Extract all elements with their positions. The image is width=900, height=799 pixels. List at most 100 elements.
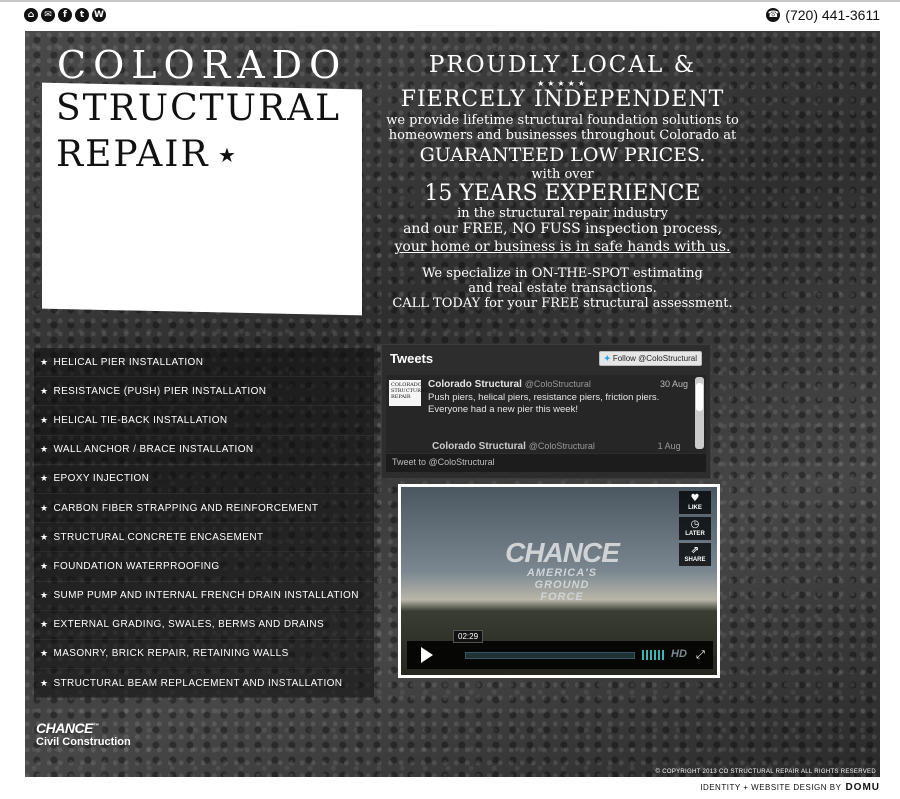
- service-label: SUMP PUMP AND INTERNAL FRENCH DRAIN INST…: [53, 590, 359, 602]
- service-label: FOUNDATION WATERPROOFING: [53, 560, 220, 572]
- tweet-date: 1 Aug: [657, 441, 681, 451]
- service-label: MASONRY, BRICK REPAIR, RETAINING WALLS: [53, 648, 289, 660]
- phone-number[interactable]: ☎ (720) 441-3611: [766, 7, 880, 23]
- service-item[interactable]: ★ STRUCTURAL BEAM REPLACEMENT AND INSTALL…: [34, 669, 374, 699]
- service-item[interactable]: ★ WALL ANCHOR / BRACE INSTALLATION: [34, 436, 374, 465]
- later-label: LATER: [685, 531, 705, 537]
- fullscreen-icon[interactable]: ⤢: [696, 648, 705, 662]
- twitter-bird-icon: ✦: [603, 353, 611, 363]
- tweet[interactable]: COLORADO STRUCTURAL REPAIR Colorado Stru…: [386, 375, 694, 420]
- copyright-text: © COPYRIGHT 2013 CO STRUCTURAL REPAIR AL…: [655, 769, 876, 775]
- share-label: SHARE: [684, 557, 706, 563]
- inspection-text: and our FREE, NO FUSS inspection process…: [403, 221, 722, 237]
- service-item[interactable]: ★ HELICAL TIE-BACK INSTALLATION: [34, 406, 374, 436]
- industry-text: in the structural repair industry: [457, 206, 668, 221]
- logo-colorado: COLORADO: [57, 43, 348, 87]
- star-icon: ★: [40, 590, 49, 601]
- star-icon: ★: [40, 502, 49, 513]
- video-controls: 02:29 HD ⤢: [407, 630, 713, 669]
- design-credit[interactable]: IDENTITY + WEBSITE DESIGN BY DOMU: [700, 782, 880, 793]
- tweet-date[interactable]: 30 Aug: [660, 379, 688, 389]
- twitter-widget: Tweets ✦ Follow @ColoStructural COLORADO…: [381, 344, 711, 479]
- twitter-icon[interactable]: t: [75, 8, 89, 22]
- service-item[interactable]: ★ FOUNDATION WATERPROOFING: [34, 552, 374, 582]
- tweets-title: Tweets: [390, 350, 434, 366]
- tweet-timeline[interactable]: COLORADO STRUCTURAL REPAIR Colorado Stru…: [386, 375, 706, 453]
- video-logo-sub: FORCE: [540, 591, 584, 603]
- star-icon: ★: [218, 145, 236, 167]
- years-experience: 15 YEARS EXPERIENCE: [424, 181, 701, 206]
- star-icon: ★: [40, 619, 49, 630]
- service-item[interactable]: ★ EXTERNAL GRADING, SWALES, BERMS AND DRA…: [34, 611, 374, 640]
- tweet-author: Colorado Structural: [432, 441, 526, 452]
- call-today-text: CALL TODAY for your FREE structural asse…: [392, 296, 733, 311]
- service-label: WALL ANCHOR / BRACE INSTALLATION: [53, 444, 254, 456]
- chance-logo-sub: Civil Construction: [36, 736, 131, 748]
- service-label: STRUCTURAL CONCRETE ENCASEMENT: [53, 531, 264, 543]
- service-label: RESISTANCE (PUSH) PIER INSTALLATION: [53, 385, 267, 397]
- service-item[interactable]: ★ HELICAL PIER INSTALLATION: [34, 348, 374, 378]
- domu-logo: DOMU: [845, 782, 880, 793]
- star-icon: ★: [40, 560, 49, 571]
- tweet-handle[interactable]: @ColoStructural: [525, 379, 591, 389]
- tweet-compose-input[interactable]: Tweet to @ColoStructural: [386, 454, 706, 472]
- follow-label: Follow @ColoStructural: [612, 353, 697, 363]
- play-icon[interactable]: [421, 647, 433, 663]
- real-estate-text: and real estate transactions.: [468, 281, 657, 296]
- hd-button[interactable]: HD: [671, 648, 687, 660]
- volume-icon[interactable]: [642, 650, 666, 660]
- service-label: EPOXY INJECTION: [53, 473, 150, 485]
- top-border: [0, 0, 900, 2]
- share-button[interactable]: ⇗ SHARE: [679, 543, 711, 566]
- tweet-handle: @ColoStructural: [528, 441, 595, 451]
- scrollbar[interactable]: [695, 377, 704, 449]
- service-label: HELICAL TIE-BACK INSTALLATION: [53, 414, 228, 426]
- trademark: ™: [92, 723, 99, 730]
- social-icons: ⌂ ✉ f t W: [24, 8, 106, 22]
- star-icon: ★: [40, 677, 49, 688]
- home-icon[interactable]: ⌂: [24, 8, 38, 22]
- service-item[interactable]: ★ RESISTANCE (PUSH) PIER INSTALLATION: [34, 377, 374, 407]
- chance-logo-main: CHANCE: [36, 720, 93, 736]
- follow-button[interactable]: ✦ Follow @ColoStructural: [598, 350, 702, 366]
- service-item[interactable]: ★ CARBON FIBER STRAPPING AND REINFORCEMEN…: [34, 494, 374, 524]
- video-player[interactable]: CHANCE AMERICA'S GROUND FORCE ♥ LIKE ◷ LAT…: [398, 484, 720, 678]
- service-label: EXTERNAL GRADING, SWALES, BERMS AND DRAI…: [53, 619, 325, 631]
- star-icon: ★: [40, 648, 49, 659]
- service-label: CARBON FIBER STRAPPING AND REINFORCEMENT: [53, 502, 319, 514]
- video-logo-main: CHANCE: [505, 537, 620, 568]
- video-logo-sub: AMERICA'S: [526, 567, 598, 579]
- safe-hands-text: your home or business is in safe hands w…: [394, 239, 731, 255]
- avatar[interactable]: COLORADO STRUCTURAL REPAIR: [389, 380, 428, 406]
- intro-text: we provide lifetime structural foundatio…: [386, 113, 739, 143]
- service-item[interactable]: ★ STRUCTURAL CONCRETE ENCASEMENT: [34, 523, 374, 553]
- star-icon: ★: [40, 444, 49, 455]
- guaranteed-prices: GUARANTEED LOW PRICES.: [419, 144, 706, 166]
- service-item[interactable]: ★ SUMP PUMP AND INTERNAL FRENCH DRAIN INS…: [34, 582, 374, 611]
- star-icon: ★: [40, 531, 49, 542]
- email-icon[interactable]: ✉: [41, 8, 55, 22]
- service-item[interactable]: ★ MASONRY, BRICK REPAIR, RETAINING WALLS: [34, 640, 374, 670]
- chance-video-logo: CHANCE AMERICA'S GROUND FORCE: [487, 537, 637, 604]
- phone-icon: ☎: [766, 8, 781, 22]
- star-icon: ★: [40, 414, 49, 425]
- proudly-local: PROUDLY LOCAL &: [428, 52, 697, 78]
- hero-panel: COLORADO STRUCTURAL REPAIR ★ PROUDLY LOC…: [25, 31, 880, 777]
- watch-later-button[interactable]: ◷ LATER: [679, 517, 711, 540]
- headline-copy: PROUDLY LOCAL & ★★★★★ FIERCELY INDEPENDE…: [385, 49, 740, 311]
- like-label: LIKE: [688, 505, 702, 511]
- tweet-partial[interactable]: Colorado Structural @ColoStructural 1 Au…: [390, 441, 681, 452]
- video-progress-bar[interactable]: [465, 652, 635, 659]
- facebook-icon[interactable]: f: [58, 8, 72, 22]
- like-button[interactable]: ♥ LIKE: [679, 491, 711, 514]
- star-icon: ★: [40, 385, 49, 396]
- wordpress-icon[interactable]: W: [92, 8, 106, 22]
- logo-structural: STRUCTURAL: [56, 88, 342, 129]
- chance-civil-logo[interactable]: CHANCE™ Civil Construction: [36, 720, 131, 748]
- tweet-text: Push piers, helical piers, resistance pi…: [428, 392, 660, 415]
- service-label: HELICAL PIER INSTALLATION: [53, 356, 204, 368]
- service-item[interactable]: ★ EPOXY INJECTION: [34, 465, 374, 494]
- tweet-author[interactable]: Colorado Structural: [428, 379, 522, 390]
- heart-icon: ♥: [690, 493, 700, 504]
- logo-repair: REPAIR: [56, 134, 210, 175]
